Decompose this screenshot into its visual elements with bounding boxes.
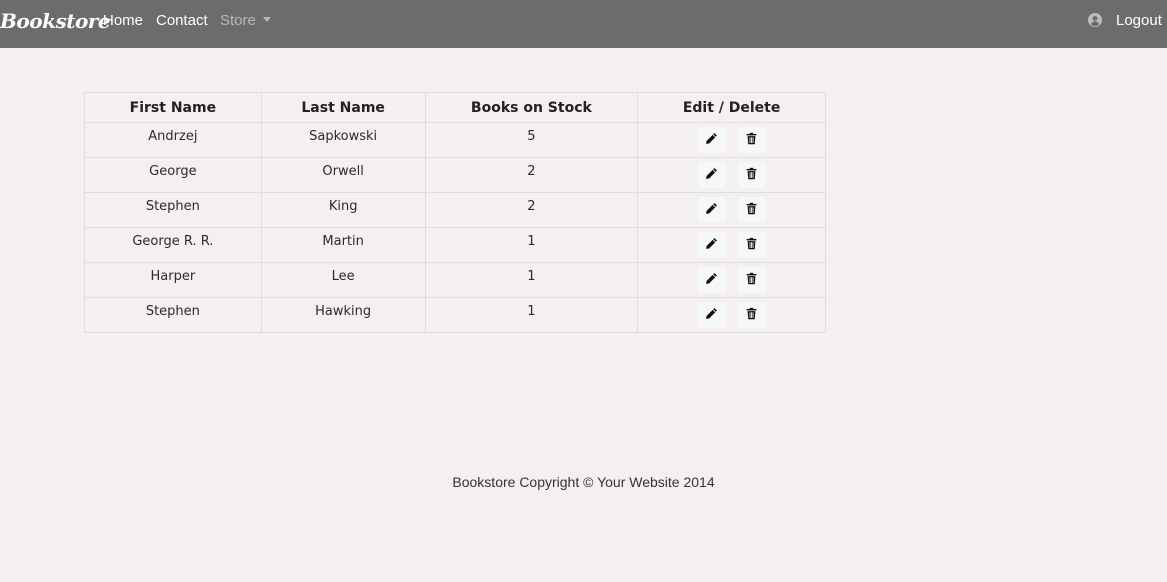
row-actions (638, 162, 825, 188)
header-books-on-stock: Books on Stock (424, 92, 639, 123)
row-actions (638, 127, 825, 153)
delete-button[interactable] (737, 197, 766, 223)
cell-books-on-stock: 2 (424, 192, 639, 228)
cell-last-name: Hawking (260, 297, 426, 333)
cell-last-name: Orwell (260, 157, 426, 193)
edit-button[interactable] (697, 302, 726, 328)
cell-last-name: King (260, 192, 426, 228)
nav-store-label: Store (220, 12, 256, 29)
authors-table: First Name Last Name Books on Stock Edit… (84, 92, 826, 333)
trash-icon (745, 202, 758, 219)
header-first-name: First Name (84, 92, 262, 123)
edit-button[interactable] (697, 127, 726, 153)
edit-button[interactable] (697, 197, 726, 223)
cell-books-on-stock: 1 (424, 262, 639, 298)
cell-actions (637, 227, 826, 263)
table-row: Stephen King 2 (84, 192, 826, 228)
delete-button[interactable] (737, 162, 766, 188)
cell-last-name: Sapkowski (260, 122, 426, 158)
cell-actions (637, 192, 826, 228)
brand-logo[interactable]: Bookstore (0, 9, 111, 33)
cell-first-name: George R. R. (84, 227, 262, 263)
row-actions (638, 232, 825, 258)
nav-store-dropdown[interactable]: Store (220, 12, 271, 29)
caret-down-icon (262, 17, 271, 22)
table-row: Andrzej Sapkowski 5 (84, 122, 826, 158)
edit-button[interactable] (697, 267, 726, 293)
header-last-name: Last Name (260, 92, 426, 123)
delete-button[interactable] (737, 127, 766, 153)
pencil-icon (705, 237, 718, 254)
trash-icon (745, 307, 758, 324)
footer-copyright: Bookstore Copyright © Your Website 2014 (452, 474, 715, 490)
pencil-icon (705, 307, 718, 324)
table-header-row: First Name Last Name Books on Stock Edit… (84, 92, 826, 123)
pencil-icon (705, 132, 718, 149)
trash-icon (745, 132, 758, 149)
delete-button[interactable] (737, 232, 766, 258)
nav-contact[interactable]: Contact (156, 12, 208, 29)
cell-last-name: Martin (260, 227, 426, 263)
pencil-icon (705, 272, 718, 289)
cell-actions (637, 122, 826, 158)
navbar: Bookstore Home Contact Store Logout (0, 0, 1167, 48)
cell-first-name: Stephen (84, 297, 262, 333)
delete-button[interactable] (737, 302, 766, 328)
user-circle-icon (1088, 13, 1102, 27)
edit-button[interactable] (697, 162, 726, 188)
table-row: Harper Lee 1 (84, 262, 826, 298)
cell-first-name: Stephen (84, 192, 262, 228)
cell-books-on-stock: 1 (424, 227, 639, 263)
header-edit-delete: Edit / Delete (637, 92, 826, 123)
cell-actions (637, 157, 826, 193)
pencil-icon (705, 202, 718, 219)
cell-actions (637, 262, 826, 298)
nav-home[interactable]: Home (103, 12, 143, 29)
cell-last-name: Lee (260, 262, 426, 298)
pencil-icon (705, 167, 718, 184)
delete-button[interactable] (737, 267, 766, 293)
trash-icon (745, 272, 758, 289)
cell-first-name: Andrzej (84, 122, 262, 158)
row-actions (638, 302, 825, 328)
edit-button[interactable] (697, 232, 726, 258)
table-row: George R. R. Martin 1 (84, 227, 826, 263)
cell-first-name: George (84, 157, 262, 193)
cell-first-name: Harper (84, 262, 262, 298)
cell-actions (637, 297, 826, 333)
trash-icon (745, 167, 758, 184)
table-row: George Orwell 2 (84, 157, 826, 193)
row-actions (638, 267, 825, 293)
cell-books-on-stock: 2 (424, 157, 639, 193)
cell-books-on-stock: 1 (424, 297, 639, 333)
table-row: Stephen Hawking 1 (84, 297, 826, 333)
logout-link[interactable]: Logout (1116, 12, 1162, 29)
trash-icon (745, 237, 758, 254)
cell-books-on-stock: 5 (424, 122, 639, 158)
row-actions (638, 197, 825, 223)
